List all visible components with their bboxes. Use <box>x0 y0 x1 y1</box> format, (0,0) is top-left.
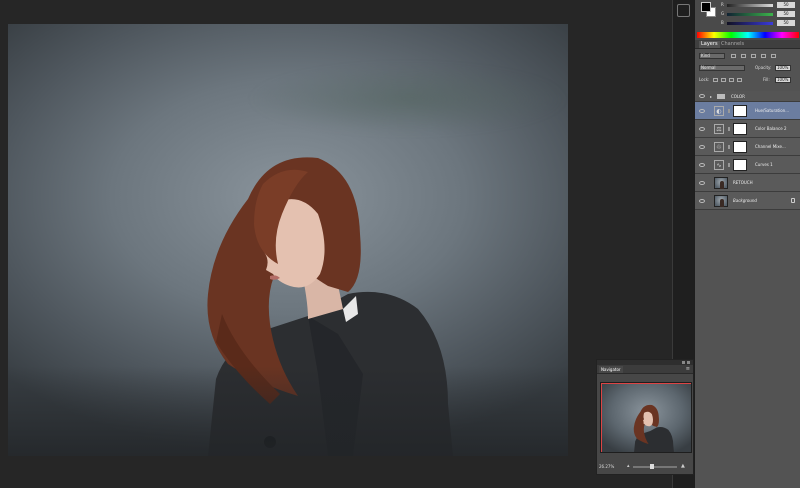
lock-label: Lock: <box>699 77 710 82</box>
color-slider-row[interactable]: G 50 <box>721 11 797 18</box>
fill-value: 100% <box>777 77 789 82</box>
layer-thumbnail[interactable] <box>714 195 728 207</box>
layer-mask-thumbnail[interactable] <box>733 141 747 153</box>
visibility-eye-icon[interactable] <box>699 126 705 131</box>
color-spectrum-ramp[interactable] <box>697 32 799 38</box>
visibility-eye-icon[interactable] <box>699 144 705 149</box>
expand-arrow-icon[interactable]: ▸ <box>710 94 712 99</box>
mask-link-icon[interactable] <box>728 127 730 131</box>
zoom-out-icon[interactable]: ▴ <box>627 463 630 469</box>
foreground-color-swatch[interactable] <box>701 2 711 12</box>
lock-pixels-icon[interactable] <box>721 78 726 82</box>
layer-group-row[interactable]: ▸ COLOR <box>695 91 800 102</box>
layer-row[interactable]: ♲ Channel Mixe... <box>695 138 800 156</box>
layer-filter-select[interactable]: Kind <box>699 53 725 59</box>
panel-menu-icon[interactable]: ≡ <box>686 366 690 372</box>
layer-mask-thumbnail[interactable] <box>733 159 747 171</box>
filter-pixel-icon[interactable] <box>731 54 736 58</box>
fill-label: Fill: <box>763 77 770 82</box>
zoom-in-icon[interactable]: ▲ <box>681 463 685 469</box>
lock-all-icon[interactable] <box>737 78 742 82</box>
lock-fill-row: Lock: Fill: 100% <box>697 76 799 84</box>
visibility-eye-icon[interactable] <box>699 162 705 167</box>
layer-row[interactable]: ◐ Hue/Saturation... <box>695 102 800 120</box>
navigator-panel: Navigator ≡ 26.27% ▴ ▲ <box>596 359 694 475</box>
layer-filter-row: Kind <box>697 52 799 60</box>
color-slider-track[interactable] <box>727 22 773 25</box>
layers-panel: Layers Channels Kind Normal Opacity: 100… <box>695 40 800 488</box>
layer-name: Channel Mixe... <box>755 144 786 149</box>
tab-navigator[interactable]: Navigator <box>599 366 623 373</box>
lock-position-icon[interactable] <box>729 78 734 82</box>
layer-thumbnail[interactable] <box>714 177 728 189</box>
layer-mask-thumbnail[interactable] <box>733 123 747 135</box>
zoom-slider-knob[interactable] <box>649 464 654 469</box>
filter-shape-icon[interactable] <box>761 54 766 58</box>
color-balance-icon: ⚖ <box>714 124 724 134</box>
opacity-value: 100% <box>777 65 789 70</box>
layer-name: Hue/Saturation... <box>755 108 790 113</box>
color-slider-value[interactable]: 50 <box>777 11 795 17</box>
color-slider-row[interactable]: B 50 <box>721 20 797 27</box>
color-slider-value[interactable]: 50 <box>777 20 795 26</box>
mask-link-icon[interactable] <box>728 145 730 149</box>
color-slider-row[interactable]: R 50 <box>721 2 797 9</box>
document-workspace[interactable] <box>0 0 672 488</box>
folder-icon <box>717 94 725 99</box>
layer-filter-value: Kind <box>701 53 710 58</box>
layer-row[interactable]: ⚖ Color Balance 2 <box>695 120 800 138</box>
navigator-preview[interactable] <box>600 382 692 453</box>
right-panel-dock: R 50 G 50 B 50 Layers Channels Kind Norm… <box>694 0 800 488</box>
close-icon[interactable] <box>687 361 690 364</box>
mask-link-icon[interactable] <box>728 109 730 113</box>
layer-list: ▸ COLOR ◐ Hue/Saturation... ⚖ Color Bala… <box>695 91 800 210</box>
blend-mode-select[interactable]: Normal <box>699 65 745 71</box>
blend-opacity-row: Normal Opacity: 100% <box>697 64 799 72</box>
visibility-eye-icon[interactable] <box>699 180 705 185</box>
opacity-label: Opacity: <box>755 65 772 70</box>
color-slider-label: B <box>721 20 724 25</box>
color-slider-label: G <box>721 11 725 16</box>
layers-panel-tabs: Layers Channels <box>695 40 800 49</box>
fill-input[interactable]: 100% <box>775 77 791 83</box>
ground-shadow <box>8 366 568 456</box>
color-slider-label: R <box>721 2 724 7</box>
collapse-icon[interactable] <box>682 361 685 364</box>
lock-icon <box>791 198 795 203</box>
color-panel: R 50 G 50 B 50 <box>695 0 800 40</box>
lock-transparent-icon[interactable] <box>713 78 718 82</box>
curves-icon: ∿ <box>714 160 724 170</box>
layer-mask-thumbnail[interactable] <box>733 105 747 117</box>
navigator-view-box[interactable] <box>601 383 691 452</box>
layer-name: Curves 1 <box>755 162 773 167</box>
layer-group-name: COLOR <box>731 93 745 99</box>
mask-link-icon[interactable] <box>728 163 730 167</box>
layer-row[interactable]: RETOUCH <box>695 174 800 192</box>
visibility-eye-icon[interactable] <box>699 108 705 113</box>
filter-adjustment-icon[interactable] <box>741 54 746 58</box>
color-slider-value[interactable]: 50 <box>777 2 795 8</box>
layer-row[interactable]: Background <box>695 192 800 210</box>
color-slider-track[interactable] <box>727 4 773 7</box>
channel-mixer-icon: ♲ <box>714 142 724 152</box>
opacity-input[interactable]: 100% <box>775 65 791 71</box>
navigator-tab-bar: Navigator ≡ <box>597 365 693 374</box>
blend-mode-value: Normal <box>701 65 716 70</box>
visibility-eye-icon[interactable] <box>699 198 705 203</box>
layer-row[interactable]: ∿ Curves 1 <box>695 156 800 174</box>
hue-saturation-icon: ◐ <box>714 106 724 116</box>
tab-channels[interactable]: Channels <box>719 41 746 48</box>
zoom-level-value[interactable]: 26.27% <box>599 464 614 469</box>
filter-type-icon[interactable] <box>751 54 756 58</box>
tab-layers[interactable]: Layers <box>699 41 720 48</box>
layer-name: Background <box>733 198 757 203</box>
layer-name: Color Balance 2 <box>755 126 787 131</box>
document-canvas[interactable] <box>8 24 568 456</box>
zoom-slider[interactable] <box>633 464 677 469</box>
color-slider-track[interactable] <box>727 13 773 16</box>
panel-toggle-icon[interactable] <box>677 4 690 17</box>
filter-smart-object-icon[interactable] <box>771 54 776 58</box>
visibility-eye-icon[interactable] <box>699 94 705 98</box>
layer-name: RETOUCH <box>733 180 753 185</box>
